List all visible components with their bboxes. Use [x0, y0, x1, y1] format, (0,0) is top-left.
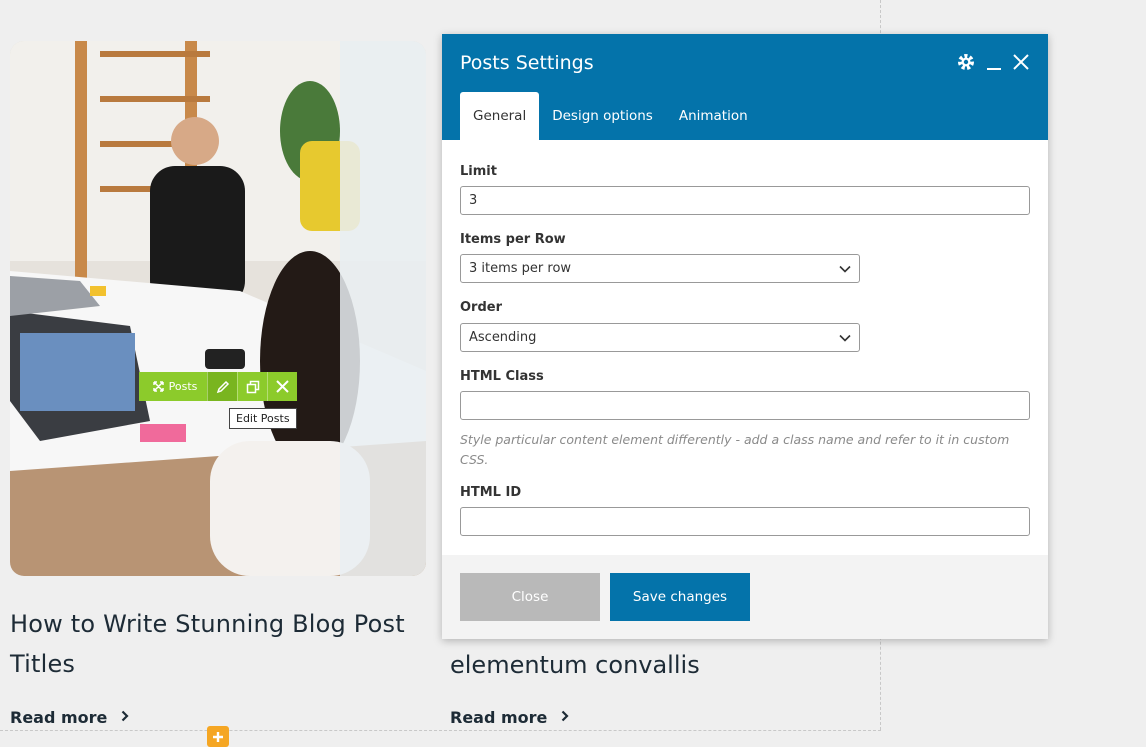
row-boundary	[0, 730, 881, 731]
element-toolbar: Posts	[139, 372, 297, 401]
panel-window-controls	[956, 52, 1030, 76]
panel-title: Posts Settings	[460, 52, 594, 74]
tab-general[interactable]: General	[460, 92, 540, 140]
post-featured-image[interactable]	[10, 41, 426, 576]
move-icon	[152, 381, 164, 392]
html-class-label: HTML Class	[460, 369, 544, 384]
office-meeting-photo	[10, 41, 426, 576]
chevron-down-icon	[839, 334, 851, 342]
clone-posts-button[interactable]	[237, 372, 267, 401]
chevron-down-icon	[839, 265, 851, 273]
page-canvas: Posts Edit Posts How to Write Stunning B…	[0, 0, 1146, 747]
read-more-link[interactable]: Read more	[450, 708, 569, 727]
limit-label: Limit	[460, 164, 497, 179]
read-more-label: Read more	[450, 708, 548, 727]
panel-header[interactable]: Posts Settings General Design options An…	[442, 34, 1048, 140]
edit-tooltip: Edit Posts	[229, 408, 297, 429]
chevron-right-icon	[561, 710, 569, 726]
add-element-button[interactable]	[207, 726, 229, 747]
panel-footer: Close Save changes	[442, 555, 1048, 639]
post-title[interactable]: How to Write Stunning Blog Post Titles	[10, 604, 430, 684]
post-title[interactable]: elementum convallis	[450, 645, 870, 685]
tab-design-options[interactable]: Design options	[539, 92, 666, 140]
html-class-help: Style particular content element differe…	[460, 432, 1010, 467]
order-select[interactable]: Ascending	[460, 323, 860, 352]
tab-animation[interactable]: Animation	[666, 92, 761, 140]
items-per-row-select[interactable]: 3 items per row	[460, 254, 860, 283]
panel-body: Limit 3 Items per Row 3 items per row Or…	[442, 140, 1048, 555]
close-button[interactable]: Close	[460, 573, 600, 621]
edit-posts-button[interactable]	[207, 372, 237, 401]
order-value: Ascending	[469, 330, 537, 345]
settings-tabs: General Design options Animation	[460, 92, 761, 140]
read-more-link[interactable]: Read more	[10, 708, 129, 727]
order-label: Order	[460, 300, 502, 315]
items-per-row-value: 3 items per row	[469, 261, 572, 276]
html-id-label: HTML ID	[460, 485, 522, 500]
chevron-right-icon	[121, 710, 129, 726]
html-id-input[interactable]	[460, 507, 1030, 536]
limit-input[interactable]: 3	[460, 186, 1030, 215]
pencil-icon	[216, 380, 229, 393]
element-label: Posts	[168, 380, 198, 393]
clone-icon	[246, 380, 259, 393]
minimize-icon[interactable]	[986, 52, 1002, 76]
move-posts-button[interactable]: Posts	[139, 372, 207, 401]
close-icon	[276, 380, 289, 393]
plus-icon	[213, 731, 223, 742]
gear-icon[interactable]	[956, 52, 976, 76]
html-class-input[interactable]	[460, 391, 1030, 420]
close-icon[interactable]	[1012, 53, 1030, 75]
save-changes-button[interactable]: Save changes	[610, 573, 750, 621]
delete-posts-button[interactable]	[267, 372, 297, 401]
read-more-label: Read more	[10, 708, 108, 727]
items-per-row-label: Items per Row	[460, 232, 566, 247]
posts-settings-panel: Posts Settings General Design options An…	[442, 34, 1048, 639]
